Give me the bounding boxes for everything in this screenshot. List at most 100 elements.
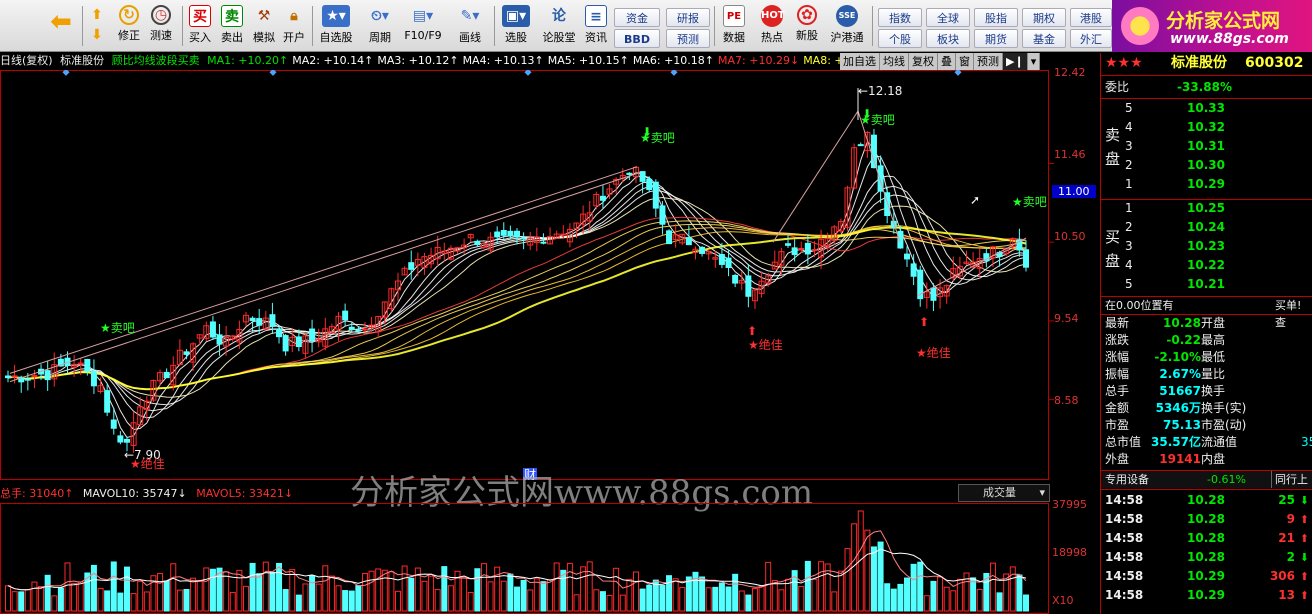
index-button[interactable]: 指数 [878,8,922,27]
arrow-up-icon: ⬆ [91,7,103,23]
price-chart[interactable]: ←12.18←7.90★卖吧★卖吧★卖吧★卖吧★绝佳★绝佳★绝佳⬆⬆⬇⬇➚财 [0,70,1100,480]
fund-button[interactable]: 资金 [614,8,660,27]
speed-button[interactable]: ◷ 测速 [146,3,176,49]
candle-body [295,336,302,348]
stat-row: 总手 51667 换手 [1101,383,1312,400]
fund-list-button[interactable]: 基金 [1022,29,1066,48]
draw-line-button[interactable]: ✎▾ 画线 [450,3,490,49]
peer-button[interactable]: 同行上 [1271,471,1308,488]
forum-button[interactable]: 论 论股堂 [540,3,578,49]
ask-row[interactable]: 5 10.33 [1101,100,1312,117]
volume-bar [818,561,825,612]
ask-row[interactable]: 3 10.31 [1101,138,1312,155]
watchlist-button[interactable]: ★▾ 自选股 [316,3,356,49]
fix-icon: ↻ [119,5,139,25]
hotspot-button[interactable]: HOT 热点 [756,3,788,49]
up-down-button[interactable]: ⬆ ⬇ [86,3,108,49]
candle-body [209,321,216,338]
fix-button[interactable]: ↻ 修正 [114,3,144,49]
restore-rights-button[interactable]: 复权 [909,53,938,70]
sse-hke-icon: SSE [836,5,858,27]
dropdown-icon[interactable]: ▾ [1028,53,1041,70]
f10-button[interactable]: ▤▾ F10/F9 [402,3,444,49]
options-button[interactable]: 期权 [1022,8,1066,27]
volume-bar [480,563,487,612]
hot-icon: HOT [761,5,785,27]
stock-index-button[interactable]: 股指 [974,8,1018,27]
sector-label[interactable]: 专用设备 [1105,471,1149,488]
forex-button[interactable]: 外汇 [1070,29,1112,48]
single-stock-button[interactable]: 个股 [878,29,922,48]
new-stock-button[interactable]: ✿ 新股 [792,3,822,49]
buy-button[interactable]: 买 买入 [186,3,214,49]
ma-line [7,224,1027,390]
volume-bar [785,578,792,612]
forecast-button[interactable]: 预测 [666,29,710,48]
bid-row[interactable]: 1 10.25 [1101,200,1312,217]
window-button[interactable]: 窗 [956,53,974,70]
stock-screen-button[interactable]: ▣▾ 选股 [496,3,536,49]
back-button[interactable]: ⬅ [44,3,78,49]
volume-bar [514,586,520,612]
data-button[interactable]: PE 数据 [718,3,750,49]
forum-label: 论股堂 [542,31,576,44]
level-number: 1 [1125,201,1133,215]
period-button[interactable]: ⏲▾ 周期 [362,3,398,49]
candle-body [110,419,117,429]
global-button[interactable]: 全球 [926,8,970,27]
ma-button[interactable]: 均线 [880,53,909,70]
sse-hke-button[interactable]: SSE 沪港通 [826,3,868,49]
volume-bar [18,591,25,612]
tick-price: 10.28 [1187,531,1225,545]
volume-indicator-select[interactable]: 成交量 ▾ [958,484,1050,502]
flower-logo-icon [1118,4,1162,48]
ask-row[interactable]: 1 10.29 [1101,176,1312,193]
volume-bar [765,561,772,612]
volume-bar [190,577,197,612]
volume-bar [599,591,606,612]
research-button[interactable]: 研报 [666,8,710,27]
stat-value: 5346万 [1155,401,1201,415]
tick-time: 14:58 [1105,588,1144,602]
buy-char: 买 [1105,228,1121,246]
volume-chart[interactable] [0,503,1100,614]
ask-row[interactable]: 2 10.30 [1101,157,1312,174]
futures-button[interactable]: 期货 [974,29,1018,48]
simulate-button[interactable]: ⚒ 模拟 [250,3,278,49]
volume-bar [322,565,329,612]
volume-bar [831,591,838,612]
tick-volume: 306 [1269,569,1295,583]
candle-body [699,246,706,254]
candle-body [857,144,864,147]
bid-row[interactable]: 5 10.21 [1101,276,1312,293]
volume-bar [474,568,481,612]
bbd-button[interactable]: BBD [614,29,660,48]
news-button[interactable]: ≡ 资讯 [582,3,610,49]
indicator-name[interactable]: 顾比均线波段买卖 [112,54,200,67]
bid-row[interactable]: 4 10.22 [1101,257,1312,274]
volume-bar [434,589,441,612]
open-account-button[interactable]: 🔒︎ 开户 [280,3,308,49]
period-label[interactable]: 日线(复权) [0,54,53,67]
overlay-button[interactable]: 叠 [938,53,956,70]
volume-unit: X10 [1052,594,1074,607]
sector-button[interactable]: 板块 [926,29,970,48]
bid-row[interactable]: 3 10.23 [1101,238,1312,255]
weibi-label: 委比 [1105,80,1130,94]
stat-label: 内盘 [1201,452,1226,466]
volume-bar [897,583,904,612]
ask-row[interactable]: 4 10.32 [1101,119,1312,136]
volume-bar [355,585,362,612]
hk-stock-button[interactable]: 港股 [1070,8,1112,27]
weibi-row: 委比 -33.88% [1101,79,1312,96]
bid-row[interactable]: 2 10.24 [1101,219,1312,236]
volume-bar [209,568,216,612]
lock-icon: 🔒︎ [290,8,298,24]
candle-body [342,310,349,321]
arrow-up-icon: ⬆ [1299,532,1309,545]
add-watchlist-button[interactable]: 加自选 [840,53,880,70]
volume-bar [203,567,210,612]
forecast-toggle-button[interactable]: 预测 [974,53,1003,70]
sell-button[interactable]: 卖 卖出 [218,3,246,49]
expand-icon[interactable]: ▶❙ [1003,53,1028,70]
